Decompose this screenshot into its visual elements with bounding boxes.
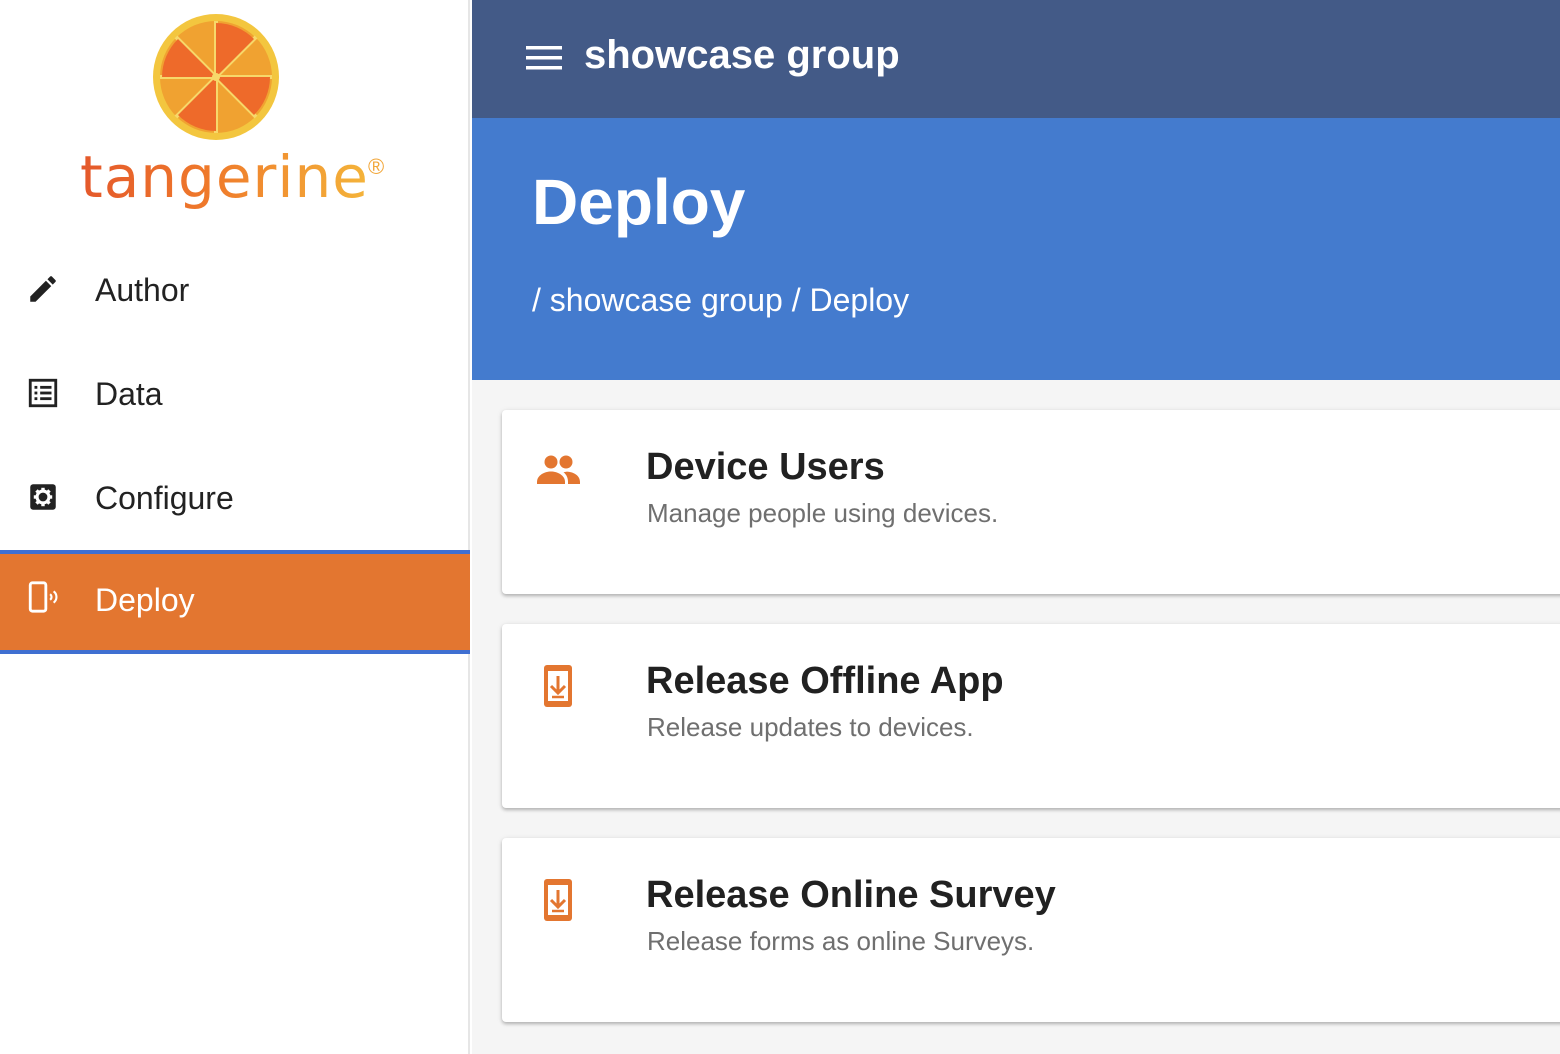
sidebar-item-data[interactable]: Data [0, 342, 470, 446]
settings-icon [30, 484, 56, 510]
phone-signal-icon [28, 581, 58, 613]
breadcrumb-group-link[interactable]: showcase group [550, 282, 783, 318]
sidebar-item-label: Data [95, 376, 163, 412]
app-root: tangerine ® Author Data Configure Deploy… [0, 0, 1560, 1054]
sidebar-item-label: Author [95, 272, 190, 308]
breadcrumb-current-page[interactable]: Deploy [809, 282, 909, 318]
phone-download-icon [544, 879, 572, 921]
main-content: Device Users Manage people using devices… [472, 380, 1560, 1054]
top-app-bar: showcase group [472, 0, 1560, 118]
card-subtitle: Release updates to devices. [647, 712, 974, 742]
list-icon [28, 378, 58, 408]
release-online-survey-card[interactable]: Release Online Survey Release forms as o… [502, 838, 1560, 1022]
page-title: Deploy [532, 166, 746, 238]
pencil-icon [30, 276, 56, 302]
sidebar-item-configure[interactable]: Configure [0, 446, 470, 550]
card-title: Release Online Survey [646, 874, 1056, 916]
card-subtitle: Manage people using devices. [647, 498, 999, 528]
registered-mark: ® [368, 154, 385, 179]
sidebar-nav: Author Data Configure Deploy [0, 238, 470, 654]
people-icon [537, 455, 580, 484]
sidebar-item-deploy[interactable]: Deploy [0, 550, 470, 654]
release-offline-app-card[interactable]: Release Offline App Release updates to d… [502, 624, 1560, 808]
breadcrumb: / showcase group / Deploy [532, 280, 909, 320]
breadcrumb-separator: / [532, 282, 541, 318]
sidebar-item-label: Deploy [95, 582, 195, 618]
sidebar-item-author[interactable]: Author [0, 238, 470, 342]
hamburger-menu-icon[interactable] [522, 38, 566, 78]
card-title: Device Users [646, 446, 885, 488]
tangerine-logo[interactable]: tangerine ® [80, 12, 400, 222]
page-header: Deploy / showcase group / Deploy [472, 118, 1560, 380]
group-title: showcase group [584, 33, 900, 77]
sidebar: tangerine ® Author Data Configure Deploy [0, 0, 470, 1054]
device-users-card[interactable]: Device Users Manage people using devices… [502, 410, 1560, 594]
phone-download-icon [544, 665, 572, 707]
breadcrumb-separator: / [791, 282, 801, 318]
card-subtitle: Release forms as online Surveys. [647, 926, 1035, 956]
sidebar-item-label: Configure [95, 480, 234, 516]
brand-wordmark: tangerine [80, 143, 369, 211]
card-title: Release Offline App [646, 660, 1004, 702]
tangerine-fruit-icon [153, 14, 279, 140]
